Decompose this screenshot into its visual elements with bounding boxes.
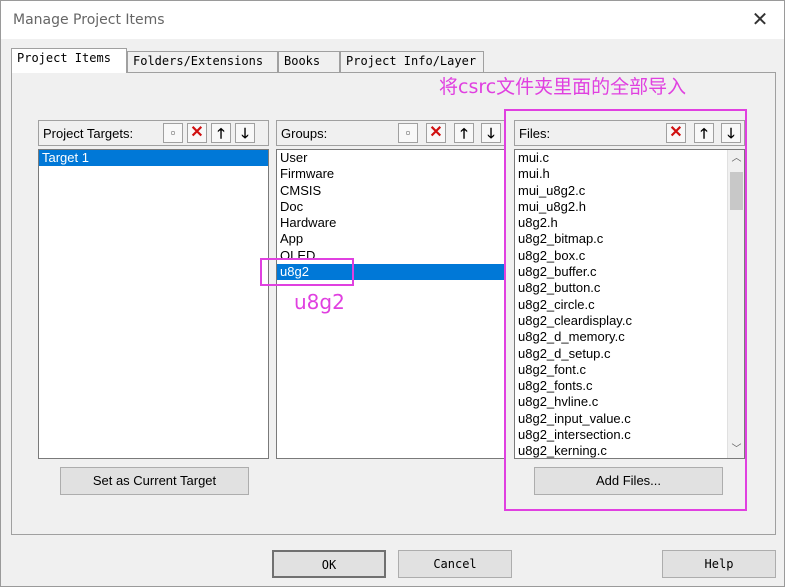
annotation-group-note: u8g2 — [294, 290, 345, 314]
groups-header: Groups: ▫ ✕ 🡑 🡓 — [276, 120, 505, 146]
delete-icon[interactable]: ✕ — [426, 123, 446, 143]
help-button[interactable]: Help — [662, 550, 776, 578]
groups-label: Groups: — [281, 126, 328, 141]
annotation-group-highlight — [260, 258, 354, 286]
annotation-header-note: 将csrc文件夹里面的全部导入 — [439, 76, 687, 98]
new-item-icon[interactable]: ▫ — [398, 123, 418, 143]
ok-button[interactable]: OK — [272, 550, 386, 578]
group-item-hardware[interactable]: Hardware — [277, 215, 504, 231]
move-down-icon[interactable]: 🡓 — [481, 123, 501, 143]
target-item[interactable]: Target 1 — [39, 150, 268, 167]
move-up-icon[interactable]: 🡑 — [454, 123, 474, 143]
close-icon[interactable]: ✕ — [746, 7, 774, 33]
cancel-button[interactable]: Cancel — [398, 550, 512, 578]
annotation-files-highlight — [504, 109, 747, 511]
group-item-cmsis[interactable]: CMSIS — [277, 183, 504, 199]
group-item-app[interactable]: App — [277, 231, 504, 247]
move-up-icon[interactable]: 🡑 — [211, 123, 231, 143]
set-current-target-button[interactable]: Set as Current Target — [60, 467, 249, 495]
tab-folders-extensions[interactable]: Folders/Extensions — [127, 51, 278, 72]
new-item-icon[interactable]: ▫ — [163, 123, 183, 143]
delete-icon[interactable]: ✕ — [187, 123, 207, 143]
title-bar: Manage Project Items ✕ — [1, 1, 784, 39]
targets-list[interactable]: Target 1 — [38, 149, 269, 459]
group-item-doc[interactable]: Doc — [277, 199, 504, 215]
manage-project-items-dialog: Manage Project Items ✕ Project Items Fol… — [0, 0, 785, 587]
tab-project-items[interactable]: Project Items — [11, 48, 127, 73]
group-item-firmware[interactable]: Firmware — [277, 166, 504, 182]
tab-books[interactable]: Books — [278, 51, 340, 72]
targets-header: Project Targets: ▫ ✕ 🡑 🡓 — [38, 120, 269, 146]
window-title: Manage Project Items — [13, 12, 165, 28]
targets-label: Project Targets: — [43, 126, 134, 141]
group-item-user[interactable]: User — [277, 150, 504, 166]
move-down-icon[interactable]: 🡓 — [235, 123, 255, 143]
tab-project-info-layer[interactable]: Project Info/Layer — [340, 51, 484, 72]
